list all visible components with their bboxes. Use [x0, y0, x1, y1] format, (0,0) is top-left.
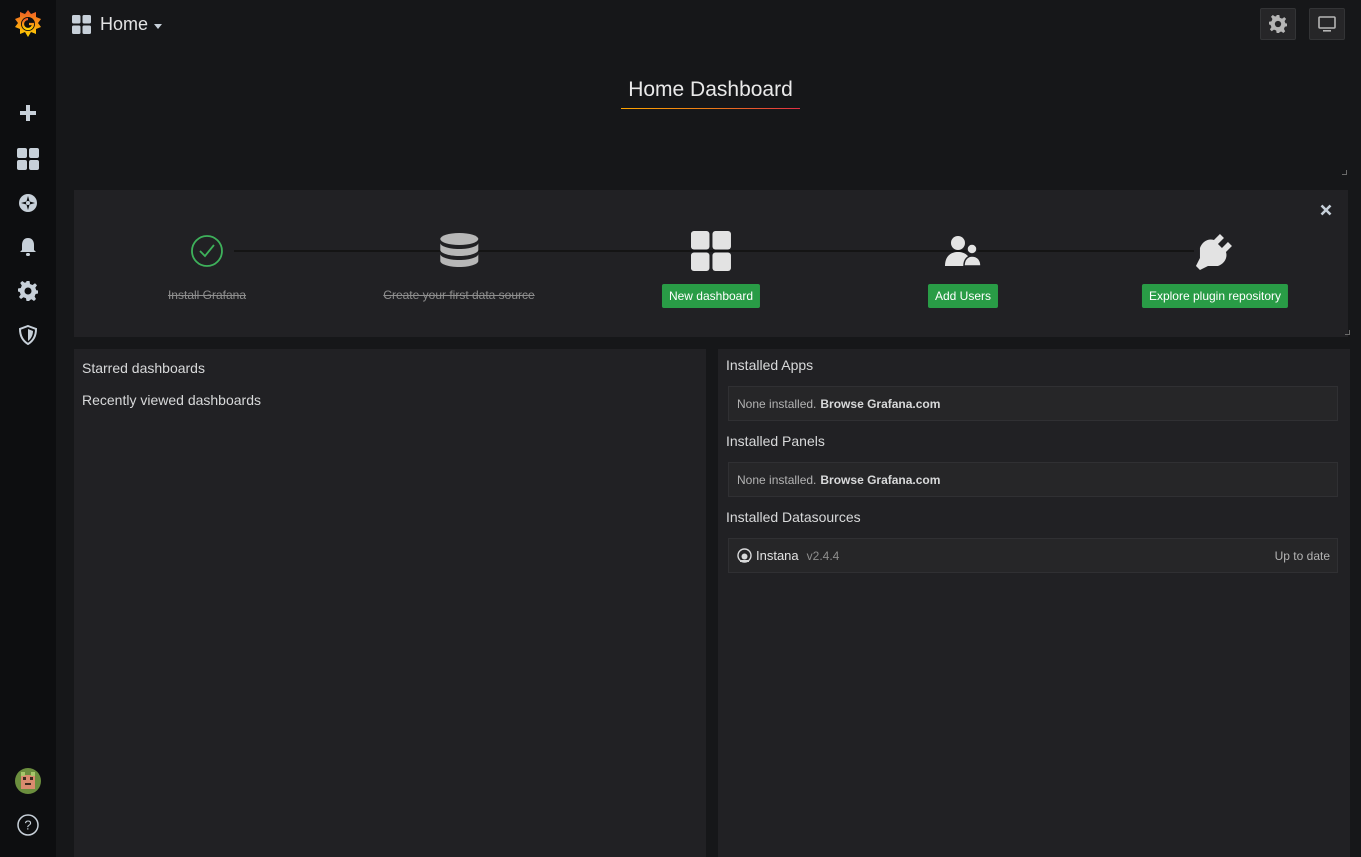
plus-icon — [20, 105, 36, 121]
profile-button[interactable] — [0, 761, 56, 801]
datasource-status: Up to date — [1274, 548, 1330, 563]
panel-resize-handle[interactable] — [1342, 170, 1347, 175]
alerting-button[interactable] — [0, 227, 56, 267]
browse-grafana-link[interactable]: Browse Grafana.com — [820, 473, 940, 487]
step-label: Install Grafana — [167, 288, 247, 302]
dashboard-list-panel: Starred dashboards Recently viewed dashb… — [74, 349, 706, 857]
avatar — [15, 768, 41, 794]
database-icon — [440, 233, 478, 267]
installed-apps-heading: Installed Apps — [726, 357, 814, 373]
compass-icon — [19, 194, 37, 212]
installed-apps-card: None installed. Browse Grafana.com — [728, 386, 1338, 421]
step-new-dashboard: New dashboard — [661, 230, 761, 308]
dashboard-picker-title: Home — [100, 14, 149, 34]
question-icon: ? — [17, 814, 39, 836]
starred-dashboards-heading: Starred dashboards — [82, 360, 205, 376]
bell-icon — [20, 238, 36, 256]
dashboards-button[interactable] — [0, 139, 56, 179]
browse-grafana-link[interactable]: Browse Grafana.com — [820, 397, 940, 411]
explore-plugin-repository-button[interactable]: Explore plugin repository — [1141, 284, 1289, 308]
dashboard-grid-icon — [72, 15, 91, 34]
installed-panels-heading: Installed Panels — [726, 433, 825, 449]
navbar: Home — [56, 0, 1361, 50]
users-icon — [945, 236, 982, 267]
page-title: Home Dashboard — [621, 78, 800, 109]
step-install-grafana: Install Grafana — [168, 230, 246, 302]
datasource-version: v2.4.4 — [806, 548, 840, 563]
getting-started-panel: Install Grafana Create your first data s… — [74, 190, 1350, 337]
grafana-logo[interactable] — [0, 4, 56, 44]
monitor-icon — [1318, 16, 1336, 32]
datasource-name: Instana — [756, 548, 799, 563]
dashboard-settings-button[interactable] — [1260, 8, 1296, 40]
step-explore-plugins: Explore plugin repository — [1141, 230, 1289, 308]
help-button[interactable]: ? — [0, 805, 56, 845]
configuration-button[interactable] — [0, 271, 56, 311]
close-icon[interactable] — [1320, 204, 1332, 216]
new-dashboard-button[interactable]: New dashboard — [661, 284, 761, 308]
sidemenu: ? — [0, 0, 56, 857]
view-mode-button[interactable] — [1309, 8, 1345, 40]
recently-viewed-heading: Recently viewed dashboards — [82, 392, 261, 408]
grafana-logo-icon — [15, 10, 41, 37]
datasource-item-instana[interactable]: Instana v2.4.4 Up to date — [728, 538, 1338, 573]
gear-icon — [18, 281, 38, 301]
dashboard-grid-icon — [691, 231, 731, 271]
step-create-data-source: Create your first data source — [383, 230, 535, 302]
installed-panels-card: None installed. Browse Grafana.com — [728, 462, 1338, 497]
plug-icon — [1195, 234, 1232, 270]
create-plus-button[interactable] — [0, 93, 56, 133]
step-add-users: Add Users — [927, 230, 999, 308]
gear-icon — [1269, 15, 1287, 33]
panels-empty-text: None installed. — [737, 472, 817, 487]
plugin-list-panel: Installed Apps None installed. Browse Gr… — [718, 349, 1350, 857]
explore-button[interactable] — [0, 183, 56, 223]
check-circle-icon — [191, 235, 223, 267]
server-admin-button[interactable] — [0, 315, 56, 355]
instana-logo-icon — [737, 548, 752, 563]
step-label: Create your first data source — [383, 288, 535, 302]
dashboard-picker[interactable]: Home — [72, 14, 163, 35]
add-users-button[interactable]: Add Users — [927, 284, 999, 308]
caret-down-icon — [154, 24, 163, 29]
title-panel: Home Dashboard — [74, 50, 1350, 178]
svg-text:?: ? — [24, 818, 31, 833]
installed-datasources-heading: Installed Datasources — [726, 509, 861, 525]
apps-empty-text: None installed. — [737, 396, 817, 411]
shield-icon — [19, 325, 37, 345]
dashboard-grid-icon — [17, 148, 39, 170]
panel-resize-handle[interactable] — [1345, 330, 1350, 335]
